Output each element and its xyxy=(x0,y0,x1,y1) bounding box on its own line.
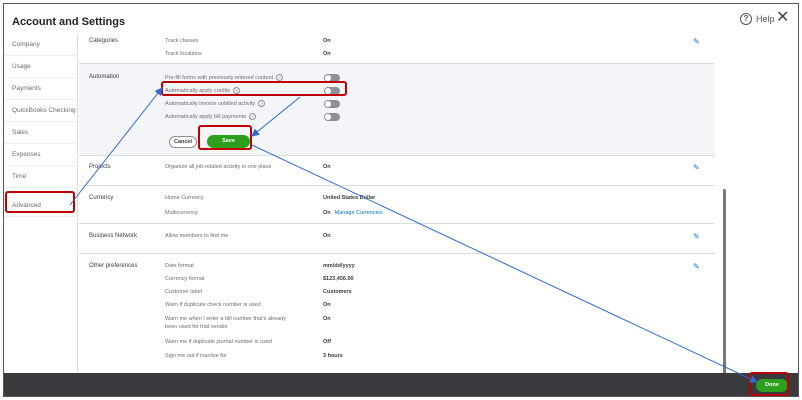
section-projects: Projects Organize all job-related activi… xyxy=(79,156,715,186)
info-icon[interactable]: ? xyxy=(276,74,284,81)
setting-value: $123,456.00 xyxy=(323,276,354,282)
highlight-apply-credits xyxy=(161,81,347,96)
section-other-preferences: Other preferences ✎ Date format mm/dd/yy… xyxy=(79,254,715,374)
sidebar-item-company[interactable]: Company xyxy=(4,34,78,56)
help-label: Help xyxy=(756,14,775,24)
setting-label: Automatically apply bill payments? xyxy=(165,113,257,120)
section-categories: Categories Track classes On Track locati… xyxy=(79,34,715,64)
section-currency: Currency Home Currency United States Dol… xyxy=(79,186,715,224)
setting-value: United States Dollar xyxy=(323,195,376,201)
help-icon: ? xyxy=(740,13,752,25)
setting-label: Allow members to find me xyxy=(165,233,229,239)
setting-label: been used for that vendor xyxy=(165,324,228,330)
highlight-done xyxy=(749,372,789,396)
scrollbar[interactable] xyxy=(723,189,726,374)
settings-window: Account and Settings ? Help ✕ Company Us… xyxy=(3,3,799,397)
header: Account and Settings ? Help ✕ xyxy=(4,4,798,38)
setting-label: Home Currency xyxy=(165,195,204,201)
edit-pencil-icon[interactable]: ✎ xyxy=(693,163,700,172)
setting-value: On xyxy=(323,233,331,239)
setting-value: On xyxy=(323,164,331,170)
sidebar-item-payments[interactable]: Payments xyxy=(4,78,78,100)
section-label: Automation xyxy=(89,74,120,80)
page-title: Account and Settings xyxy=(12,16,126,28)
section-label: Other preferences xyxy=(89,263,138,269)
setting-value: On xyxy=(323,316,331,322)
info-icon[interactable]: ? xyxy=(258,100,266,107)
section-label: Projects xyxy=(89,164,111,170)
section-label: Currency xyxy=(89,195,114,201)
setting-value: On xyxy=(323,51,331,57)
setting-value: Off xyxy=(323,339,331,345)
setting-label: Pre-fill forms with previously entered c… xyxy=(165,74,284,81)
cancel-button[interactable]: Cancel xyxy=(169,136,197,148)
sidebar-item-expenses[interactable]: Expenses xyxy=(4,144,78,166)
sidebar-item-time[interactable]: Time xyxy=(4,166,78,188)
section-label: Categories xyxy=(89,38,119,44)
toggle-apply-bill-payments[interactable] xyxy=(324,113,340,121)
setting-label: Track classes xyxy=(165,38,199,44)
setting-label: Date format xyxy=(165,263,194,269)
section-label: Business Network xyxy=(89,233,138,239)
setting-label: Track locations xyxy=(165,51,202,57)
setting-label: Multicurrency xyxy=(165,210,198,216)
edit-pencil-icon[interactable]: ✎ xyxy=(693,37,700,46)
highlight-save xyxy=(198,125,252,150)
setting-label: Automatically invoice unbilled activity? xyxy=(165,100,266,107)
setting-label: Warn me when I enter a bill number that'… xyxy=(165,316,286,322)
setting-value: On xyxy=(323,302,331,308)
setting-label: Warn if duplicate check number is used xyxy=(165,302,261,308)
toggle-invoice-unbilled[interactable] xyxy=(324,100,340,108)
sidebar-item-quickbooks-checking[interactable]: QuickBooks Checking xyxy=(4,100,78,122)
setting-label: Organize all job-related activity in one… xyxy=(165,164,272,170)
setting-value: On Manage Currencies xyxy=(323,210,383,216)
setting-label: Customer label xyxy=(165,289,202,295)
section-automation: Automation Pre-fill forms with previousl… xyxy=(79,64,715,156)
section-business-network: Business Network Allow members to find m… xyxy=(79,224,715,254)
edit-pencil-icon[interactable]: ✎ xyxy=(693,232,700,241)
sidebar-item-sales[interactable]: Sales xyxy=(4,122,78,144)
manage-currencies-link[interactable]: Manage Currencies xyxy=(335,210,383,216)
edit-pencil-icon[interactable]: ✎ xyxy=(693,262,700,271)
close-icon[interactable]: ✕ xyxy=(776,10,789,26)
highlight-advanced xyxy=(5,191,75,213)
setting-label: Currency format xyxy=(165,276,205,282)
setting-value: On xyxy=(323,38,331,44)
info-icon[interactable]: ? xyxy=(249,113,257,120)
sidebar-item-usage[interactable]: Usage xyxy=(4,56,78,78)
setting-value: 3 hours xyxy=(323,353,343,359)
setting-value: Customers xyxy=(323,289,352,295)
setting-label: Warn me if duplicate journal number is u… xyxy=(165,339,273,345)
setting-label: Sign me out if inactive for xyxy=(165,353,227,359)
footer-bar xyxy=(4,373,798,396)
help-button[interactable]: ? Help xyxy=(740,13,775,25)
setting-value: mm/dd/yyyy xyxy=(323,263,355,269)
